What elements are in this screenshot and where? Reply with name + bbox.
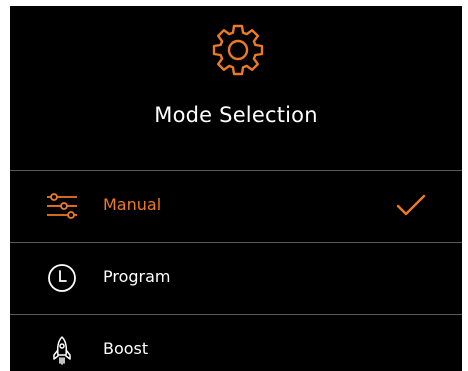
clock-icon <box>48 264 76 292</box>
mode-label: Manual <box>103 195 162 214</box>
header: Mode Selection <box>10 6 462 170</box>
checkmark-icon <box>396 194 426 216</box>
rocket-icon <box>53 336 71 365</box>
sliders-icon <box>47 193 77 219</box>
mode-option-manual[interactable]: Manual <box>10 171 462 242</box>
mode-option-program[interactable]: Program <box>10 243 462 314</box>
mode-label: Program <box>103 267 171 286</box>
mode-selection-screen: Mode Selection Manual Program Boost <box>10 6 462 371</box>
page-title: Mode Selection <box>154 103 318 127</box>
mode-label: Boost <box>103 339 149 358</box>
gear-icon <box>212 24 264 76</box>
mode-option-boost[interactable]: Boost <box>10 315 462 371</box>
